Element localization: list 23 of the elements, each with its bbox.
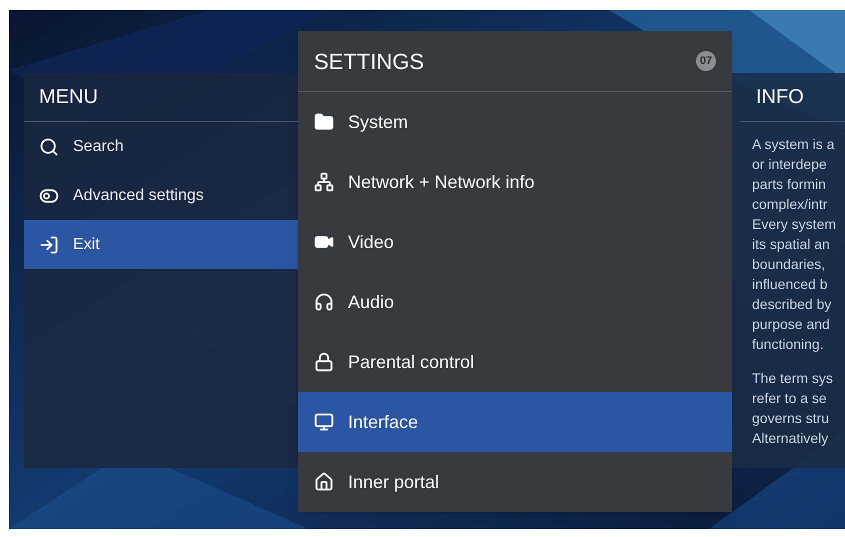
settings-item[interactable]: Parental control (298, 332, 732, 392)
settings-item[interactable]: Inner portal (298, 452, 732, 512)
network-icon (314, 172, 334, 192)
menu-item[interactable]: Exit (24, 220, 298, 269)
door-arrow-icon (39, 234, 59, 254)
settings-item[interactable]: Video (298, 212, 732, 272)
house-icon (314, 472, 334, 492)
folder-icon (314, 112, 334, 132)
monitor-icon (314, 412, 334, 432)
menu-item[interactable]: Advanced settings (24, 171, 298, 220)
search-icon (39, 136, 59, 156)
headphones-icon (314, 292, 334, 312)
menu-item[interactable]: Search (24, 122, 298, 171)
settings-title: SETTINGS (314, 48, 424, 76)
settings-item[interactable]: System (298, 92, 732, 152)
info-paragraph: The term sys refer to a se governs stru Alternatively (752, 369, 834, 448)
padlock-icon (314, 352, 334, 372)
info-title: INFO (740, 73, 845, 122)
info-paragraph: A system is a or interdepe parts formin complex/intr Every system its spatial an boundaries, influenced b described by purpose and functioning. (752, 135, 838, 354)
settings-item[interactable]: Interface (298, 392, 732, 452)
count-badge: 07 (696, 51, 716, 71)
settings-item[interactable]: Network + Network info (298, 152, 732, 212)
settings-item[interactable]: Audio (298, 272, 732, 332)
